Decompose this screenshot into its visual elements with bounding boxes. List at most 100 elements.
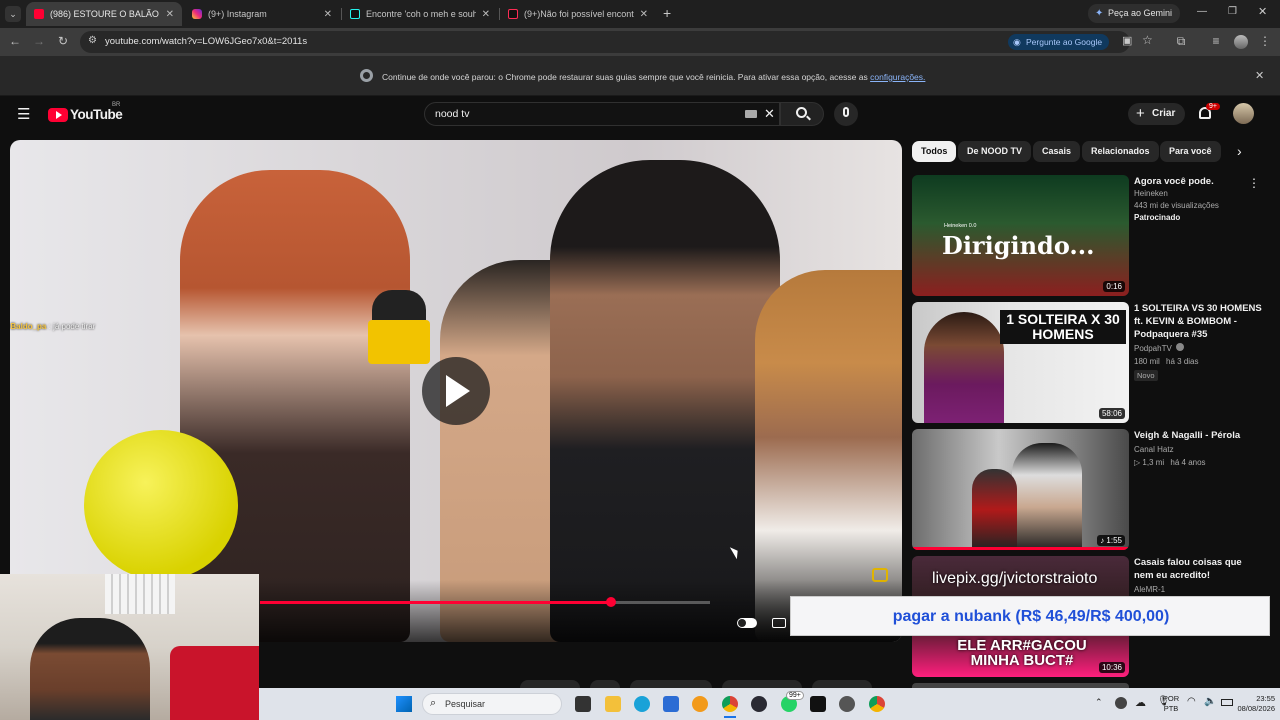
task-view-icon[interactable]	[575, 696, 591, 712]
chrome-menu-icon[interactable]: ⋮	[1257, 34, 1273, 48]
voice-search-button[interactable]	[834, 102, 858, 126]
recommendation-thumbnail[interactable]: Heineken 0.0 Dirigindo... 0:16	[912, 175, 1129, 296]
tab-instagram[interactable]: (9+) Instagram ✕	[184, 2, 340, 26]
recommendation-title[interactable]: Casais falou coisas que nem eu acredito!	[1134, 556, 1262, 582]
ask-google-button[interactable]: ◉ Pergunte ao Google	[1008, 34, 1110, 50]
new-tab-icon[interactable]: +	[663, 5, 671, 21]
recommendation-thumbnail[interactable]: ♪ 1:55	[912, 429, 1129, 550]
recommendation-title[interactable]: Veigh & Nagalli - Pérola	[1134, 429, 1262, 442]
create-button[interactable]: + Criar	[1128, 103, 1186, 125]
browser-tab-strip: ⌄ (986) ESTOURE O BALÃO 💛 ft. Ti ✕ (9+) …	[0, 0, 1280, 28]
edge-icon[interactable]	[634, 696, 650, 712]
app-icon[interactable]	[759, 696, 775, 712]
progress-scrubber[interactable]	[606, 597, 616, 607]
tray-app-icon[interactable]	[1115, 697, 1127, 709]
app-icon[interactable]	[839, 696, 855, 712]
chip-para-voce[interactable]: Para você	[1160, 141, 1221, 162]
forward-icon[interactable]: →	[31, 34, 47, 48]
restore-icon[interactable]: ❐	[1228, 6, 1237, 17]
minimize-icon[interactable]: —	[1197, 6, 1207, 17]
chip-relacionados[interactable]: Relacionados	[1082, 141, 1159, 162]
tab-search-icon[interactable]: ⌄	[5, 6, 21, 22]
volume-icon[interactable]: 🔈	[1204, 696, 1216, 707]
infobar-message: Continue de onde você parou: o Chrome po…	[382, 72, 868, 82]
chip-todos[interactable]: Todos	[912, 141, 957, 162]
thumbnail-person	[1012, 443, 1082, 550]
clock-time[interactable]: 23:55	[1229, 694, 1275, 703]
recommendation-title[interactable]: Agora você pode.	[1134, 175, 1262, 188]
search-box[interactable]: nood tv ✕	[424, 102, 780, 126]
clear-search-icon[interactable]: ✕	[764, 106, 775, 122]
account-avatar[interactable]	[1233, 103, 1254, 124]
reload-icon[interactable]: ↻	[55, 34, 71, 48]
gemini-button[interactable]: ✦ Peça ao Gemini	[1088, 4, 1181, 23]
recommendation-thumbnail[interactable]: 1 SOLTEIRA X 30 HOMENS 58:06	[912, 302, 1129, 423]
keyboard-icon[interactable]	[745, 110, 757, 118]
recommendation-channel[interactable]: AleMR-1	[1134, 584, 1264, 596]
microphone-icon	[843, 107, 849, 117]
omnibox[interactable]: ⚙ youtube.com/watch?v=LOW6JGeo7x0&t=2011…	[80, 31, 1153, 53]
file-explorer-icon[interactable]	[605, 696, 621, 712]
recommendation-title[interactable]: 1 SOLTEIRA VS 30 HOMENS ft. KEVIN & BOMB…	[1134, 302, 1262, 341]
youtube-header: ☰ YouTube BR nood tv ✕ + Criar 9+	[0, 96, 1280, 134]
chip-de-nood-tv[interactable]: De NOOD TV	[958, 141, 1032, 162]
video-duration: ♪ 1:55	[1097, 535, 1125, 546]
recommendation-channel[interactable]: PodpahTV	[1134, 343, 1264, 355]
microphone-flag	[368, 320, 430, 364]
chips-next-icon[interactable]: ›	[1237, 143, 1242, 159]
notifications-button[interactable]: 9+	[1197, 103, 1220, 123]
tray-overflow-icon[interactable]: ⌃	[1095, 697, 1103, 708]
cast-icon[interactable]: ▣	[1122, 34, 1132, 47]
windows-start-icon[interactable]	[396, 696, 412, 712]
taskbar-search[interactable]: ⌕ Pesquisar	[422, 693, 562, 715]
livepix-text: livepix.gg/jvictorstraioto	[932, 570, 1098, 587]
ad-thumbnail-text: Dirigindo...	[942, 231, 1095, 260]
search-button[interactable]	[780, 102, 824, 126]
subtitles-icon[interactable]	[772, 618, 786, 628]
recommendation-channel[interactable]: Canal Hatz	[1134, 444, 1264, 456]
close-tab-icon[interactable]: ✕	[324, 9, 332, 20]
tab-tiktok-search[interactable]: Encontre 'coh o meh e souh' no ✕	[342, 2, 498, 26]
autoplay-toggle[interactable]	[737, 618, 757, 628]
chip-casais[interactable]: Casais	[1033, 141, 1081, 162]
close-infobar-icon[interactable]: ✕	[1255, 69, 1264, 82]
autoplay-toggle-knob-icon	[738, 619, 746, 627]
settings-link[interactable]: configurações.	[870, 72, 925, 82]
tab-title: (9+) Instagram	[208, 9, 267, 19]
close-window-icon[interactable]: ✕	[1258, 5, 1267, 18]
video-duration: 0:16	[1103, 281, 1125, 292]
cloud-icon[interactable]: ☁	[1135, 696, 1146, 709]
close-tab-icon[interactable]: ✕	[640, 9, 648, 20]
profile-avatar[interactable]	[1234, 35, 1248, 49]
chrome-profile-icon[interactable]	[869, 696, 885, 712]
tab-youtube[interactable]: (986) ESTOURE O BALÃO 💛 ft. Ti ✕	[26, 2, 182, 26]
play-button[interactable]	[422, 357, 490, 425]
chrome-taskbar-icon[interactable]	[722, 696, 738, 712]
search-input[interactable]: nood tv	[435, 108, 469, 120]
reading-list-icon[interactable]: ≡	[1208, 34, 1224, 48]
close-tab-icon[interactable]: ✕	[166, 9, 174, 20]
tab-tiktok-notfound[interactable]: (9+)Não foi possível encontrar ✕	[500, 2, 656, 26]
recommendation-stats: 180 mil há 3 dias	[1134, 356, 1264, 368]
url-text[interactable]: youtube.com/watch?v=LOW6JGeo7x0&t=2011s	[105, 36, 307, 47]
extensions-icon[interactable]: ⧉	[1173, 34, 1189, 49]
tiktok-favicon-icon	[508, 9, 518, 19]
clock-date[interactable]: 08/08/2026	[1229, 704, 1275, 713]
bookmark-star-icon[interactable]: ☆	[1142, 33, 1153, 47]
recommendation-age: há 4 anos	[1170, 458, 1206, 467]
ad-brand-label: Heineken 0.0	[944, 223, 977, 229]
wifi-icon[interactable]: ◠	[1187, 696, 1196, 707]
restore-tabs-infobar: Continue de onde você parou: o Chrome po…	[0, 56, 1280, 96]
thumbnail-headline: ELE ARR#GACOU MINHA BUCT#	[957, 637, 1087, 669]
video-action-bar	[520, 680, 900, 692]
recommendation-views: 1,3 mi	[1142, 458, 1165, 467]
close-tab-icon[interactable]: ✕	[482, 9, 490, 20]
store-icon[interactable]	[663, 696, 679, 712]
site-info-icon[interactable]: ⚙	[88, 35, 97, 46]
video-player[interactable]: ◆ Baldo_pa : já pode tirar	[10, 140, 902, 642]
recommendation-channel[interactable]: Heineken	[1134, 188, 1264, 200]
tiktok-icon[interactable]	[810, 696, 826, 712]
back-icon[interactable]: ←	[7, 34, 23, 48]
app-icon[interactable]	[692, 696, 708, 712]
guide-menu-icon[interactable]: ☰	[17, 105, 30, 123]
